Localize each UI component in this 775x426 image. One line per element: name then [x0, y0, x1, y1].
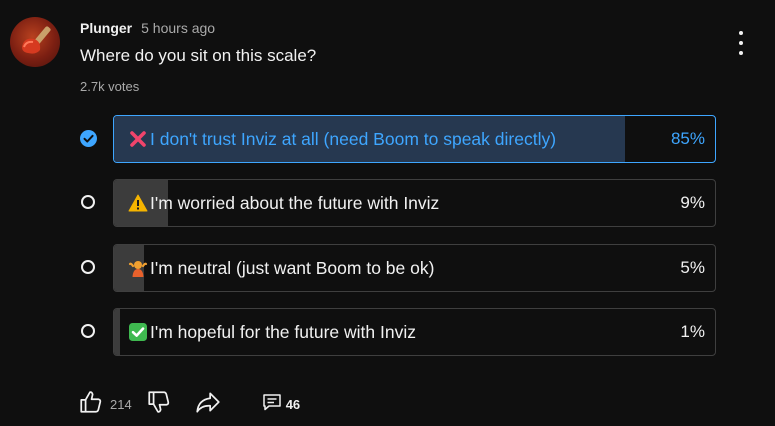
- comment-count: 46: [285, 396, 301, 412]
- thumbs-up-icon: [78, 389, 104, 420]
- post-timestamp[interactable]: 5 hours ago: [141, 20, 215, 36]
- poll-option-label: I'm hopeful for the future with Inviz: [150, 321, 416, 342]
- poll-option[interactable]: I'm neutral (just want Boom to be ok) 5%: [80, 244, 716, 294]
- thumbs-down-icon: [146, 389, 172, 420]
- warning-icon: [128, 193, 148, 213]
- comments-button[interactable]: 46: [262, 392, 300, 417]
- author-avatar[interactable]: [10, 17, 60, 67]
- author-name[interactable]: Plunger: [80, 20, 132, 36]
- poll-question: Where do you sit on this scale?: [80, 46, 317, 65]
- vote-count: 2.7k votes: [80, 79, 140, 94]
- like-button[interactable]: 214: [78, 389, 132, 420]
- poll-option-percent: 1%: [680, 322, 705, 341]
- poll-option-bar[interactable]: I'm neutral (just want Boom to be ok) 5%: [113, 244, 716, 292]
- poll-option-label: I'm worried about the future with Inviz: [150, 192, 440, 213]
- radio-selected-icon[interactable]: [80, 130, 97, 147]
- share-icon: [194, 389, 222, 420]
- action-bar: 214 46: [78, 389, 300, 420]
- poll-option-label: I'm neutral (just want Boom to be ok): [150, 257, 435, 278]
- comment-icon: [262, 392, 282, 417]
- poll-option-percent: 85%: [670, 129, 705, 148]
- poll-option[interactable]: I don't trust Inviz at all (need Boom to…: [80, 115, 716, 165]
- poll-option-bar[interactable]: I'm hopeful for the future with Inviz 1%: [113, 308, 716, 356]
- poll-option-label: I don't trust Inviz at all (need Boom to…: [150, 128, 557, 149]
- plunger-icon: [22, 26, 51, 54]
- post-header: Plunger 5 hours ago: [80, 18, 215, 38]
- radio-button[interactable]: [81, 260, 95, 274]
- cross-mark-icon: [128, 129, 148, 149]
- poll-option-bar[interactable]: I'm worried about the future with Inviz …: [113, 179, 716, 227]
- poll-option[interactable]: I'm worried about the future with Inviz …: [80, 179, 716, 229]
- radio-button[interactable]: [81, 324, 95, 338]
- more-options-icon[interactable]: [730, 31, 752, 55]
- poll-option-bar[interactable]: I don't trust Inviz at all (need Boom to…: [113, 115, 716, 163]
- radio-button[interactable]: [81, 195, 95, 209]
- shrug-icon: [128, 258, 148, 278]
- poll-option-fill: [114, 309, 120, 355]
- poll-option[interactable]: I'm hopeful for the future with Inviz 1%: [80, 308, 716, 358]
- dislike-button[interactable]: [146, 389, 172, 420]
- poll-option-percent: 5%: [680, 258, 705, 277]
- poll-option-percent: 9%: [680, 193, 705, 212]
- share-button[interactable]: [194, 389, 222, 420]
- like-count: 214: [110, 396, 132, 412]
- check-mark-button-icon: [128, 322, 148, 342]
